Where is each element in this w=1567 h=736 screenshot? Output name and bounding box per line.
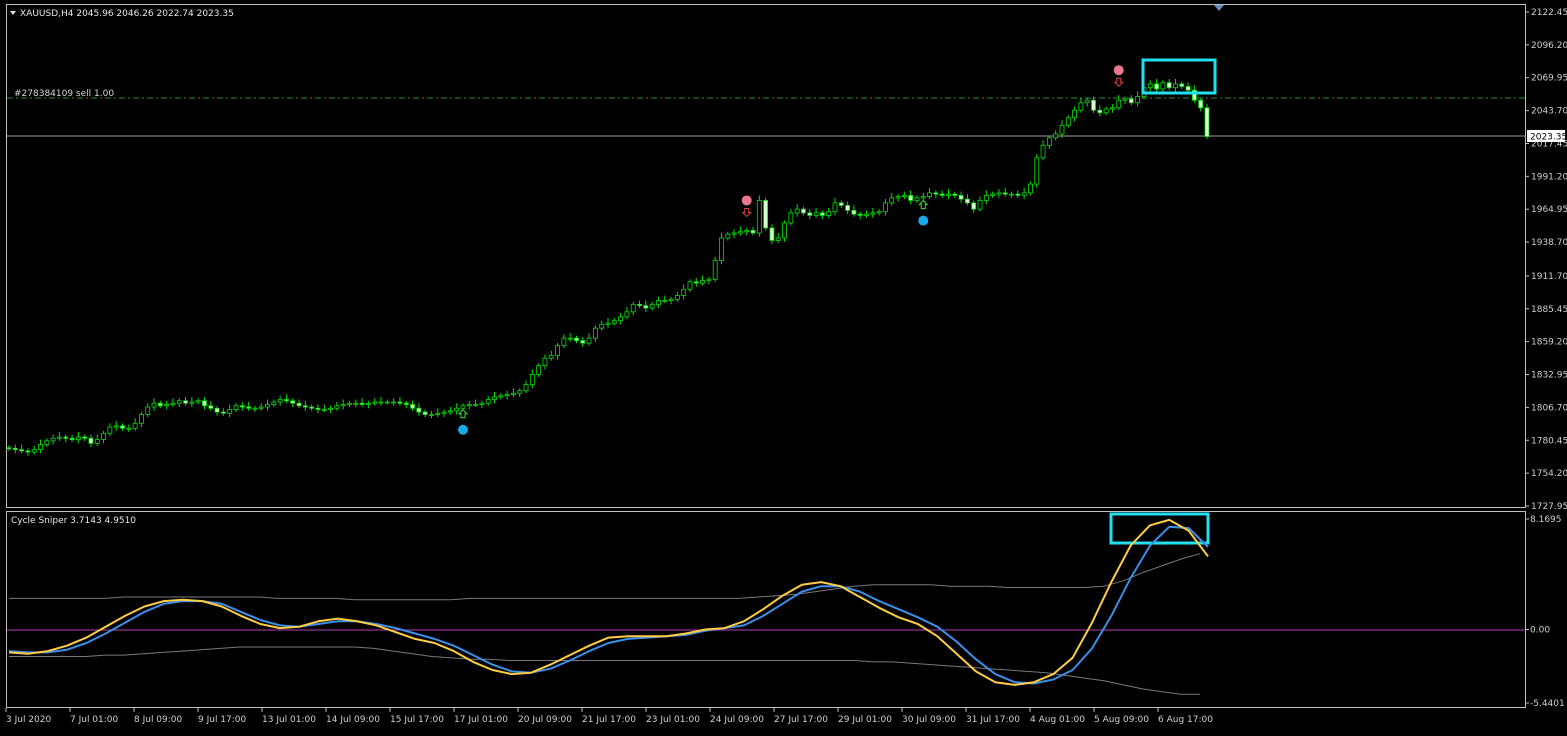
time-tick-label: 17 Jul 01:00 bbox=[454, 715, 508, 725]
time-tick-label: 21 Jul 17:00 bbox=[582, 715, 636, 725]
time-tick-label: 9 Jul 17:00 bbox=[198, 715, 247, 725]
indicator-label: Cycle Sniper 3.7143 4.9510 bbox=[11, 516, 136, 526]
indicator-tick-label: 0.00 bbox=[1530, 625, 1550, 635]
sell-signal-dot bbox=[1113, 65, 1124, 76]
time-tick-label: 8 Jul 09:00 bbox=[134, 715, 183, 725]
candle bbox=[1204, 104, 1210, 140]
indicator-tick-label: -5.4401 bbox=[1530, 699, 1565, 709]
candle bbox=[756, 195, 762, 237]
candle bbox=[712, 256, 718, 282]
current-price-label: 2023.35 bbox=[1530, 133, 1567, 143]
price-tick-label: 1991.20 bbox=[1531, 172, 1567, 182]
price-tick-label: 1938.70 bbox=[1531, 238, 1567, 248]
price-tick-label: 2043.70 bbox=[1531, 107, 1567, 117]
price-tick-label: 1885.45 bbox=[1531, 305, 1567, 315]
price-tick-label: 1806.70 bbox=[1531, 403, 1567, 413]
chart-window[interactable]: 2122.452096.202069.952043.702017.451991.… bbox=[0, 0, 1567, 736]
price-tick-label: 2069.95 bbox=[1531, 74, 1567, 84]
time-tick-label: 4 Aug 01:00 bbox=[1030, 715, 1085, 725]
time-tick-label: 20 Jul 09:00 bbox=[518, 715, 572, 725]
time-tick-label: 29 Jul 01:00 bbox=[838, 715, 892, 725]
sell-signal-dot bbox=[741, 195, 752, 206]
buy-signal-dot bbox=[457, 424, 468, 435]
time-tick-label: 30 Jul 09:00 bbox=[902, 715, 956, 725]
price-pane[interactable] bbox=[6, 4, 1526, 508]
price-tick-label: 1727.95 bbox=[1531, 502, 1567, 512]
price-axis: 2122.452096.202069.952043.702017.451991.… bbox=[1525, 8, 1567, 512]
indicator-tick-label: 8.1695 bbox=[1530, 515, 1562, 525]
price-tick-label: 1780.45 bbox=[1531, 436, 1567, 446]
time-tick-label: 14 Jul 09:00 bbox=[326, 715, 380, 725]
price-tick-label: 1832.95 bbox=[1531, 371, 1567, 381]
candle bbox=[1034, 154, 1040, 188]
price-tick-label: 1859.20 bbox=[1531, 338, 1567, 348]
indicator-axis: 8.1695 0.00 -5.4401 bbox=[1525, 515, 1565, 709]
price-tick-label: 1964.95 bbox=[1531, 205, 1567, 215]
price-tick-label: 1754.20 bbox=[1531, 469, 1567, 479]
time-tick-label: 5 Aug 09:00 bbox=[1094, 715, 1149, 725]
time-tick-label: 31 Jul 17:00 bbox=[966, 715, 1020, 725]
time-tick-label: 23 Jul 01:00 bbox=[646, 715, 700, 725]
symbol-info: XAUUSD,H4 2045.96 2046.26 2022.74 2023.3… bbox=[20, 9, 234, 19]
time-tick-label: 3 Jul 2020 bbox=[6, 715, 51, 725]
time-tick-label: 13 Jul 01:00 bbox=[262, 715, 316, 725]
time-axis: 3 Jul 2020 7 Jul 01:00 8 Jul 09:00 9 Jul 17… bbox=[5, 708, 1213, 725]
time-tick-label: 7 Jul 01:00 bbox=[70, 715, 119, 725]
price-tick-label: 2096.20 bbox=[1531, 41, 1567, 51]
buy-signal-dot bbox=[918, 215, 929, 226]
time-tick-label: 24 Jul 09:00 bbox=[710, 715, 764, 725]
candle bbox=[763, 197, 769, 231]
price-tick-label: 2122.45 bbox=[1531, 8, 1567, 18]
candle bbox=[719, 232, 724, 265]
price-tick-label: 1911.70 bbox=[1531, 272, 1567, 282]
time-tick-label: 15 Jul 17:00 bbox=[390, 715, 444, 725]
time-tick-label: 6 Aug 17:00 bbox=[1158, 715, 1213, 725]
order-line-label: #278384109 sell 1.00 bbox=[14, 89, 114, 99]
time-tick-label: 27 Jul 17:00 bbox=[774, 715, 828, 725]
